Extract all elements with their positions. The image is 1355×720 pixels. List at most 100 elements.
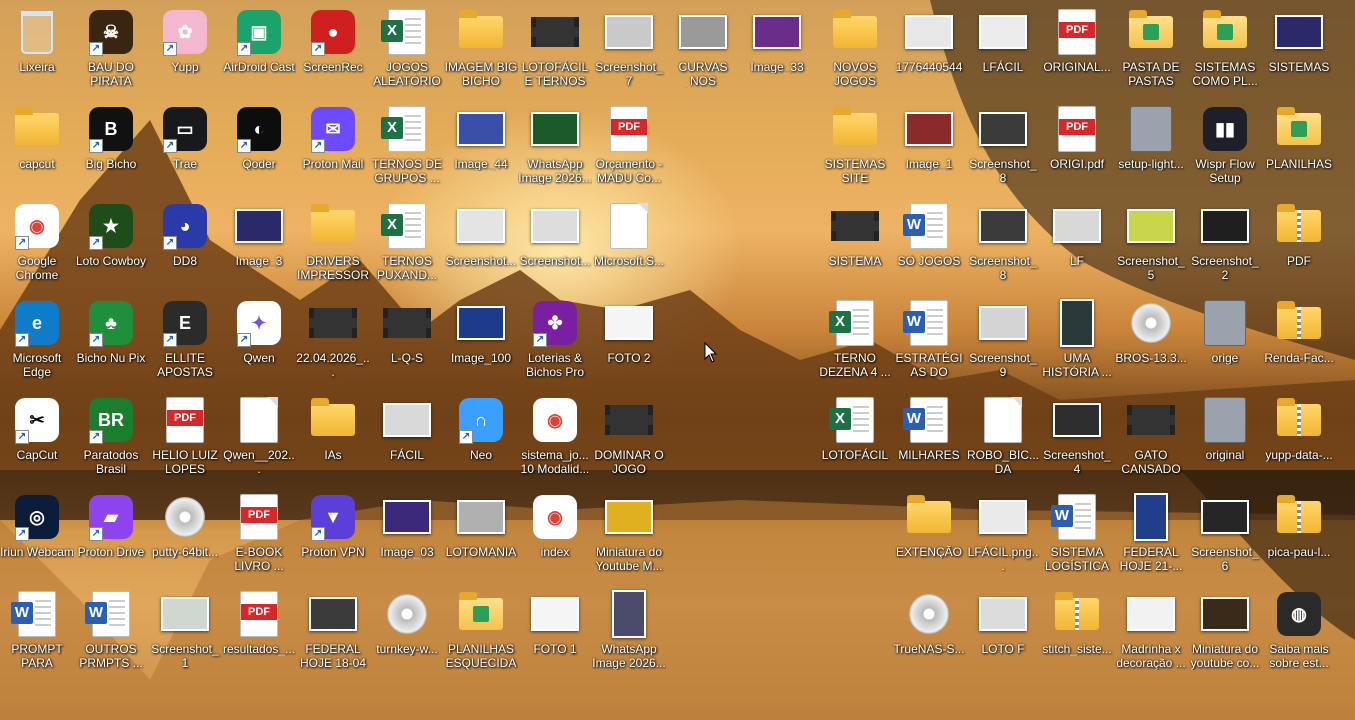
desktop-icon-ternos-puxand[interactable]: X TERNOS PUXAND...: [370, 196, 444, 288]
desktop-icon-proton-vpn[interactable]: ▼ ↗ Proton VPN: [296, 487, 370, 579]
desktop-icon-miniatura-do-youtube-m[interactable]: Miniatura do Youtube M...: [592, 487, 666, 579]
desktop-icon-pdf[interactable]: PDF: [1262, 196, 1336, 288]
desktop-icon-original[interactable]: PDF ORIGINAL...: [1040, 2, 1114, 94]
desktop-icon-terno-dezena-4[interactable]: X TERNO DEZENA 4 ...: [818, 293, 892, 385]
desktop-icon-neo[interactable]: ∩ ↗ Neo: [444, 390, 518, 482]
desktop-icon-sistema-logistica[interactable]: W SISTEMA LOGÍSTICA: [1040, 487, 1114, 579]
desktop-icon-drivers-impressora[interactable]: DRIVERS IMPRESSORA: [296, 196, 370, 288]
desktop-icon-orcamento-madu-co[interactable]: PDF Orçamento - MADU Co...: [592, 99, 666, 191]
desktop-icon-stitch-siste[interactable]: stitch_siste...: [1040, 584, 1114, 676]
desktop-icon-paratodos-brasil[interactable]: BR ↗ Paratodos Brasil: [74, 390, 148, 482]
desktop-icon-bicho-nu-pix[interactable]: ♣ ↗ Bicho Nu Pix: [74, 293, 148, 385]
desktop-icon-trae[interactable]: ▭ ↗ Trae: [148, 99, 222, 191]
desktop-icon-screenrec[interactable]: ● ↗ ScreenRec: [296, 2, 370, 94]
desktop-icon-qoder[interactable]: ◐ ↗ Qoder: [222, 99, 296, 191]
desktop-icon-sistemas[interactable]: SISTEMAS: [1262, 2, 1336, 94]
desktop-icon-image-3[interactable]: Image_3: [222, 196, 296, 288]
desktop[interactable]: Lixeira ☠ ↗ BAU DO PIRATA ✿ ↗ Yupp ▣ ↗ AirDroid C…: [0, 0, 1355, 720]
desktop-icon-lfacil-png[interactable]: LFÁCIL.png...: [966, 487, 1040, 579]
desktop-icon-screenshot-8[interactable]: Screenshot_8: [966, 99, 1040, 191]
desktop-icon-ias[interactable]: IAs: [296, 390, 370, 482]
desktop-icon-lotofacil-e-ternos-d[interactable]: LOTOFÁCIL E TERNOS D...: [518, 2, 592, 94]
desktop-icon-bros-13-3[interactable]: BROS-13.3...: [1114, 293, 1188, 385]
desktop-icon-federal-hoje-21[interactable]: FEDERAL HOJE 21-...: [1114, 487, 1188, 579]
desktop-icon-loterias-bichos-pro[interactable]: ✤ ↗ Loterias & Bichos Pro: [518, 293, 592, 385]
desktop-icon-facil[interactable]: FÁCIL: [370, 390, 444, 482]
desktop-icon-microsoft-edge[interactable]: e ↗ Microsoft Edge: [0, 293, 74, 385]
desktop-icon-bau-do-pirata[interactable]: ☠ ↗ BAU DO PIRATA: [74, 2, 148, 94]
desktop-icon-22-04-2026[interactable]: 22.04.2026_...: [296, 293, 370, 385]
desktop-icon-microsoft-s[interactable]: Microsoft.S...: [592, 196, 666, 288]
desktop-icon-robo-bic-da-sorte-t[interactable]: ROBO_BIC... DA SORTE_t...: [966, 390, 1040, 482]
desktop-icon-lfacil[interactable]: LFÁCIL: [966, 2, 1040, 94]
desktop-icon-loto-cowboy[interactable]: ★ ↗ Loto Cowboy: [74, 196, 148, 288]
desktop-icon-so-jogos[interactable]: W SÓ JOGOS: [892, 196, 966, 288]
desktop-icon-index[interactable]: ◉ index: [518, 487, 592, 579]
desktop-icon-screenshot-9[interactable]: Screenshot_9: [966, 293, 1040, 385]
desktop-icon-lotofacil[interactable]: X LOTOFÁCIL: [818, 390, 892, 482]
desktop-icon-image-03[interactable]: Image_03: [370, 487, 444, 579]
desktop-icon-ternos-de-grupos[interactable]: X TERNOS DE GRUPOS ...: [370, 99, 444, 191]
desktop-icon-ellite-apostas[interactable]: E ↗ ELLITE APOSTAS: [148, 293, 222, 385]
desktop-icon-screenshot-5[interactable]: Screenshot_5: [1114, 196, 1188, 288]
desktop-icon-estrategias-do-jogo-d[interactable]: W ESTRATÉGIAS DO JOGO D...: [892, 293, 966, 385]
desktop-icon-proton-mail[interactable]: ✉ ↗ Proton Mail: [296, 99, 370, 191]
desktop-icon-image-1[interactable]: Image_1: [892, 99, 966, 191]
desktop-icon-jogos-aleatorios[interactable]: X JOGOS ALEATÓRIOS: [370, 2, 444, 94]
desktop-icon-screenshot-6[interactable]: Screenshot_6: [1188, 487, 1262, 579]
desktop-icon-yupp[interactable]: ✿ ↗ Yupp: [148, 2, 222, 94]
desktop-icon-loto-f[interactable]: LOTO F: [966, 584, 1040, 676]
desktop-icon-qwen[interactable]: ✦ ↗ Qwen: [222, 293, 296, 385]
desktop-icon-image-44[interactable]: Image_44: [444, 99, 518, 191]
desktop-icon-dd8[interactable]: ◕ ↗ DD8: [148, 196, 222, 288]
desktop-icon-helio-luiz-lopes[interactable]: PDF HELIO LUIZ LOPES: [148, 390, 222, 482]
desktop-icon-setup-light[interactable]: setup-light...: [1114, 99, 1188, 191]
desktop-icon-miniatura-do-youtube-co[interactable]: Miniatura do youtube co...: [1188, 584, 1262, 676]
desktop-icon-prompt-para-siste[interactable]: W PROMPT PARA SISTE...: [0, 584, 74, 676]
desktop-icon-screenshot-7[interactable]: Screenshot_7: [592, 2, 666, 94]
desktop-icon-turnkey-w[interactable]: turnkey-w...: [370, 584, 444, 676]
desktop-icon-federal-hoje-18-04[interactable]: FEDERAL HOJE 18-04: [296, 584, 370, 676]
desktop-icon-screenshot[interactable]: Screenshot...: [518, 196, 592, 288]
desktop-icon-foto-2[interactable]: FOTO 2: [592, 293, 666, 385]
desktop-icon-planilhas-esquecidas[interactable]: PLANILHAS ESQUECIDAS: [444, 584, 518, 676]
desktop-icon-screenshot-4[interactable]: Screenshot_4: [1040, 390, 1114, 482]
desktop-icon-sistemas-site[interactable]: SISTEMAS SITE: [818, 99, 892, 191]
desktop-icon-google-chrome[interactable]: ◉ ↗ Google Chrome: [0, 196, 74, 288]
desktop-icon-screenshot-2[interactable]: Screenshot_2: [1188, 196, 1262, 288]
desktop-icon-novos-jogos[interactable]: NOVOS JOGOS: [818, 2, 892, 94]
desktop-icon-capcut[interactable]: ✂ ↗ CapCut: [0, 390, 74, 482]
desktop-icon-extencao[interactable]: EXTENÇÃO: [892, 487, 966, 579]
desktop-icon-gato-cansado[interactable]: GATO CANSADO: [1114, 390, 1188, 482]
desktop-icon-whatsapp-image-2026[interactable]: WhatsApp Image 2026...: [592, 584, 666, 676]
desktop-icon-saiba-mais-sobre-est[interactable]: ◍ Saiba mais sobre est...: [1262, 584, 1336, 676]
desktop-icon-l-q-s[interactable]: L-Q-S: [370, 293, 444, 385]
desktop-icon-orige[interactable]: orige: [1188, 293, 1262, 385]
desktop-icon-uma-historia[interactable]: UMA HISTÓRIA ...: [1040, 293, 1114, 385]
desktop-icon-airdroid-cast[interactable]: ▣ ↗ AirDroid Cast: [222, 2, 296, 94]
desktop-icon-imagem-big-bicho[interactable]: IMAGEM BIG BICHO: [444, 2, 518, 94]
desktop-icon-image-100[interactable]: Image_100: [444, 293, 518, 385]
desktop-icon-e-book-livro[interactable]: PDF E-BOOK LIVRO ...: [222, 487, 296, 579]
desktop-icon-big-bicho[interactable]: B ↗ Big Bicho: [74, 99, 148, 191]
desktop-icon-1776440544[interactable]: 1776440544: [892, 2, 966, 94]
desktop-icon-pica-pau-l[interactable]: pica-pau-l...: [1262, 487, 1336, 579]
desktop-icon-screenshot-8[interactable]: Screenshot_8: [966, 196, 1040, 288]
desktop-icon-outros-prmpts[interactable]: W OUTROS PRMPTS ...: [74, 584, 148, 676]
desktop-icon-curvas-nos-numeros[interactable]: CURVAS NOS NÚMEROS: [666, 2, 740, 94]
desktop-icon-image-33[interactable]: Image_33: [740, 2, 814, 94]
desktop-icon-truenas-s[interactable]: TrueNAS-S...: [892, 584, 966, 676]
desktop-icon-screenshot[interactable]: Screenshot...: [444, 196, 518, 288]
desktop-icon-foto-1[interactable]: FOTO 1: [518, 584, 592, 676]
desktop-icon-wispr-flow-setup[interactable]: ▮▮ Wispr Flow Setup: [1188, 99, 1262, 191]
desktop-icon-pasta-de-pastas[interactable]: PASTA DE PASTAS: [1114, 2, 1188, 94]
desktop-icon-qwen-202[interactable]: Qwen__202...: [222, 390, 296, 482]
desktop-icon-lixeira[interactable]: Lixeira: [0, 2, 74, 94]
desktop-icon-sistema[interactable]: SISTEMA: [818, 196, 892, 288]
desktop-icon-original[interactable]: original: [1188, 390, 1262, 482]
desktop-icon-milhares[interactable]: W MILHARES: [892, 390, 966, 482]
desktop-icon-lf[interactable]: LF: [1040, 196, 1114, 288]
desktop-icon-capcut[interactable]: capcut: [0, 99, 74, 191]
desktop-icon-screenshot-1[interactable]: Screenshot_1: [148, 584, 222, 676]
desktop-icon-sistema-jo-10-modalid[interactable]: ◉ sistema_jo... 10 Modalid...: [518, 390, 592, 482]
